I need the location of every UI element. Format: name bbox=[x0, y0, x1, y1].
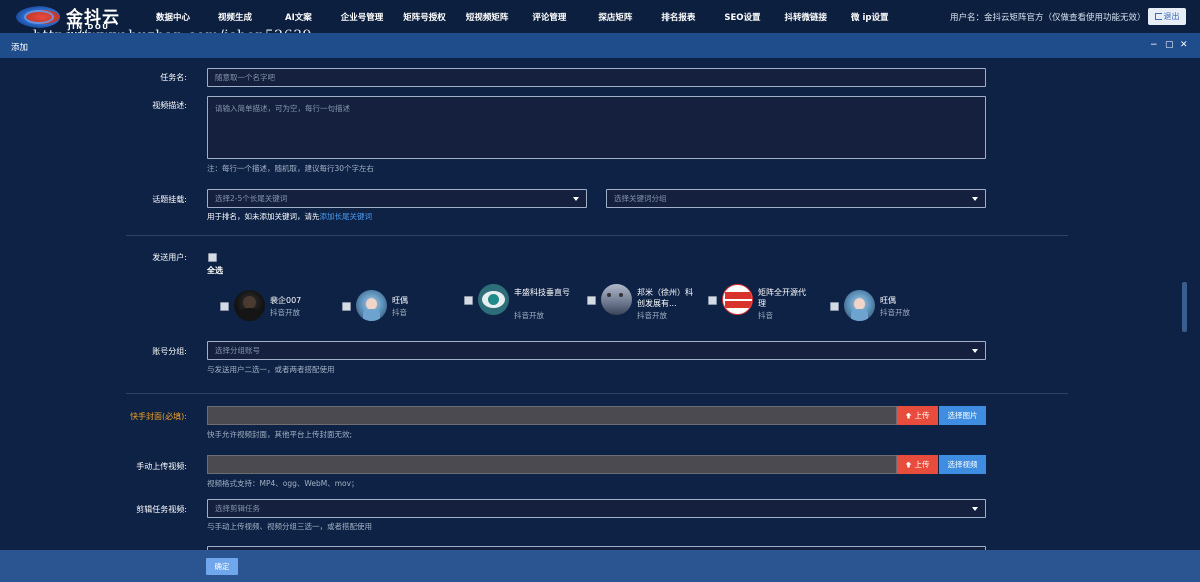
nav-item-matrix-auth[interactable]: 矩阵号授权 bbox=[403, 11, 446, 23]
choose-video-button[interactable]: 选择视频 bbox=[939, 455, 986, 474]
avatar bbox=[722, 284, 753, 315]
cover-upload-button[interactable]: 上传 bbox=[897, 406, 938, 425]
manual-video-label: 手动上传视频: bbox=[136, 462, 187, 471]
account-platform: 抖音开放 bbox=[270, 308, 300, 317]
nav-item-link[interactable]: 抖转微链接 bbox=[785, 11, 828, 23]
avatar bbox=[356, 290, 387, 321]
video-desc-hint: 注：每行一个描述，随机取，建议每行30个字左右 bbox=[207, 164, 375, 173]
nav-item-data-center[interactable]: 数据中心 bbox=[156, 11, 190, 23]
chevron-down-icon bbox=[972, 197, 978, 201]
account-checkbox[interactable] bbox=[342, 302, 351, 311]
topic-hint: 用于排名，如未添加关键词，请先添加长尾关键词 bbox=[207, 212, 373, 221]
nav-item-comments[interactable]: 评论管理 bbox=[532, 11, 566, 23]
minimize-icon[interactable]: − bbox=[1150, 40, 1158, 50]
scrollbar-thumb[interactable] bbox=[1182, 282, 1187, 332]
nav-item-ai-copy[interactable]: AI文案 bbox=[285, 11, 312, 23]
select-all-checkbox[interactable] bbox=[208, 253, 217, 262]
upload-icon bbox=[905, 412, 912, 419]
video-upload-button[interactable]: 上传 bbox=[897, 455, 938, 474]
account-group-select[interactable]: 选择分组账号 bbox=[207, 341, 986, 360]
task-name-label: 任务名: bbox=[160, 73, 187, 82]
kuaishou-cover-label: 快手封面(必填): bbox=[130, 412, 187, 421]
divider bbox=[126, 393, 1068, 394]
video-desc-label: 视频描述: bbox=[152, 101, 187, 110]
account-platform: 抖音开放 bbox=[637, 311, 667, 320]
video-desc-textarea[interactable]: 请输入简单描述，可为空，每行一句描述 bbox=[207, 96, 986, 159]
clip-task-hint: 与手动上传视频、视频分组三选一，或者搭配使用 bbox=[207, 522, 372, 531]
nav-item-ip[interactable]: 微 ip设置 bbox=[851, 11, 888, 23]
account-group-hint: 与发送用户二选一，或者两者搭配使用 bbox=[207, 365, 335, 374]
avatar bbox=[478, 284, 509, 315]
account-platform: 抖音开放 bbox=[880, 308, 910, 317]
logout-icon bbox=[1154, 13, 1162, 20]
account-platform: 抖音 bbox=[392, 308, 407, 317]
nav-item-video-gen[interactable]: 视频生成 bbox=[218, 11, 252, 23]
confirm-button[interactable]: 确定 bbox=[206, 558, 238, 575]
manual-video-input[interactable] bbox=[207, 455, 897, 474]
account-name: 丰盛科技垂直号 bbox=[514, 288, 570, 297]
maximize-icon[interactable]: ▢ bbox=[1165, 40, 1174, 50]
account-name: 旺偶 bbox=[880, 296, 896, 305]
avatar bbox=[844, 290, 875, 321]
account-checkbox[interactable] bbox=[464, 296, 473, 305]
dialog-body: 任务名: 随意取一个名字吧 视频描述: 请输入简单描述，可为空，每行一句描述 注… bbox=[0, 58, 1200, 550]
avatar bbox=[601, 284, 632, 315]
account-name: 旺偶 bbox=[392, 296, 408, 305]
dialog-footer: 确定 bbox=[0, 550, 1200, 582]
dialog-title: 添加 bbox=[11, 43, 29, 53]
account-platform: 抖音开放 bbox=[514, 311, 544, 320]
nav-item-store-visit[interactable]: 探店矩阵 bbox=[598, 11, 632, 23]
clip-task-label: 剪辑任务视频: bbox=[136, 505, 187, 514]
nav-item-ranking[interactable]: 排名报表 bbox=[661, 11, 695, 23]
nav-item-enterprise[interactable]: 企业号管理 bbox=[341, 11, 384, 23]
avatar bbox=[234, 290, 265, 321]
window-controls: − ▢ ✕ bbox=[1150, 40, 1188, 50]
account-checkbox[interactable] bbox=[587, 296, 596, 305]
topic-label: 话题挂载: bbox=[152, 195, 187, 204]
dialog-titlebar: 添加 − ▢ ✕ bbox=[0, 33, 1200, 58]
manual-video-hint: 视频格式支持：MP4、ogg、WebM、mov； bbox=[207, 479, 359, 488]
chevron-down-icon bbox=[972, 349, 978, 353]
upload-icon bbox=[905, 461, 912, 468]
account-checkbox[interactable] bbox=[830, 302, 839, 311]
account-checkbox[interactable] bbox=[708, 296, 717, 305]
task-name-input[interactable]: 随意取一个名字吧 bbox=[207, 68, 986, 87]
send-users-label: 发送用户: bbox=[152, 253, 187, 262]
nav-item-seo[interactable]: SEO设置 bbox=[724, 11, 760, 23]
account-name: 裴企007 bbox=[270, 296, 302, 305]
keyword-select[interactable]: 选择2-5个长尾关键词 bbox=[207, 189, 587, 208]
clip-task-select[interactable]: 选择剪辑任务 bbox=[207, 499, 986, 518]
kuaishou-cover-input[interactable] bbox=[207, 406, 897, 425]
account-group-label: 账号分组: bbox=[152, 347, 187, 356]
keyword-group-select[interactable]: 选择关键词分组 bbox=[606, 189, 986, 208]
choose-image-button[interactable]: 选择图片 bbox=[939, 406, 986, 425]
chevron-down-icon bbox=[573, 197, 579, 201]
kuaishou-cover-hint: 快手允许视频封面，其他平台上传封面无效; bbox=[207, 430, 353, 439]
close-icon[interactable]: ✕ bbox=[1180, 40, 1188, 50]
select-all-label: 全选 bbox=[207, 266, 223, 275]
divider bbox=[126, 235, 1068, 236]
logout-button[interactable]: 退出 bbox=[1148, 8, 1186, 25]
add-keyword-link[interactable]: 添加长尾关键词 bbox=[320, 212, 373, 221]
chevron-down-icon bbox=[972, 507, 978, 511]
account-checkbox[interactable] bbox=[220, 302, 229, 311]
account-platform: 抖音 bbox=[758, 311, 773, 320]
nav-item-short-video[interactable]: 短视频矩阵 bbox=[466, 11, 509, 23]
user-info: 用户名：金抖云矩阵官方（仅做查看使用功能无效） bbox=[950, 13, 1146, 23]
account-name: 邦米（徐州）科创发展有... bbox=[637, 288, 693, 308]
account-name: 矩阵全开源代理 bbox=[758, 288, 806, 308]
